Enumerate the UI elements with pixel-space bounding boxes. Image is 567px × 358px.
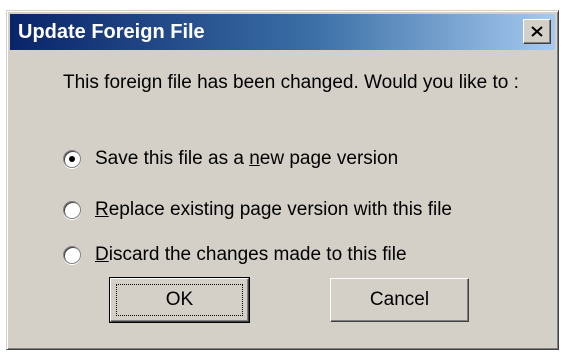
cancel-label: Cancel bbox=[369, 289, 430, 310]
focus-rectangle bbox=[116, 284, 243, 316]
option-discard-changes[interactable]: Discard the changes made to this file bbox=[63, 242, 407, 268]
title-bar[interactable]: Update Foreign File bbox=[10, 14, 555, 50]
radio-save-new-version[interactable] bbox=[63, 150, 81, 168]
option-label: Save this file as a new page version bbox=[95, 148, 399, 169]
cancel-button[interactable]: Cancel bbox=[330, 278, 469, 322]
update-foreign-file-dialog: Update Foreign File This foreign file ha… bbox=[6, 10, 559, 350]
option-label: Replace existing page version with this … bbox=[95, 199, 452, 220]
dialog-title: Update Foreign File bbox=[18, 21, 205, 43]
option-label: Discard the changes made to this file bbox=[95, 244, 407, 265]
option-save-new-version[interactable]: Save this file as a new page version bbox=[63, 146, 398, 172]
close-button[interactable] bbox=[523, 19, 551, 44]
close-icon bbox=[531, 26, 543, 37]
radio-replace-existing[interactable] bbox=[63, 201, 81, 219]
radio-discard-changes[interactable] bbox=[63, 246, 81, 264]
dialog-message: This foreign file has been changed. Woul… bbox=[63, 72, 519, 93]
option-replace-existing[interactable]: Replace existing page version with this … bbox=[63, 197, 452, 223]
ok-button[interactable]: OK bbox=[109, 277, 250, 323]
